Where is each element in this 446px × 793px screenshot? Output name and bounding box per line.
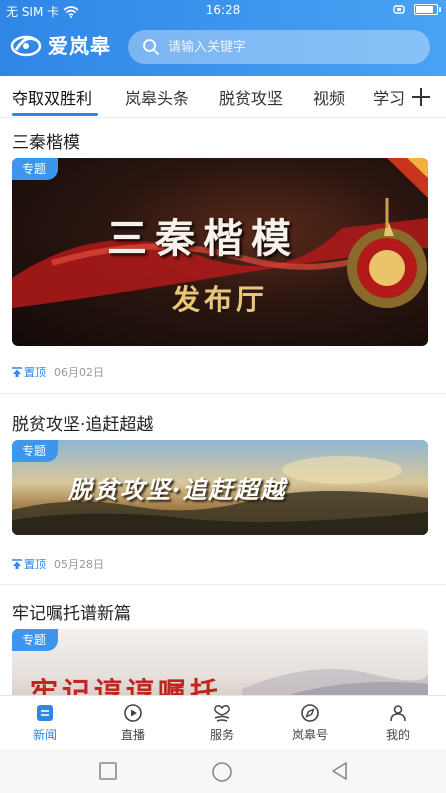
feed-item-title: 脱贫攻坚·追赶超越 (12, 415, 154, 435)
pin-top-icon (12, 367, 22, 377)
nav-mine-label: 我的 (385, 728, 410, 742)
back-icon[interactable] (330, 761, 350, 781)
nav-mine[interactable]: 我的 (363, 702, 433, 743)
feed-item-banner[interactable]: 三秦楷模 发布厅 专题 (12, 158, 428, 346)
nav-service-label: 服务 (209, 728, 234, 742)
nav-live[interactable]: 直播 (98, 702, 168, 743)
topic-tag: 专题 (12, 629, 59, 651)
topic-tag: 专题 (12, 440, 59, 462)
battery-icon (414, 3, 441, 15)
tab-study[interactable]: 学习 (373, 85, 405, 109)
nav-live-label: 直播 (120, 728, 145, 742)
app-name: 爱岚皋 (48, 34, 111, 58)
pinned-badge: 置顶 (12, 364, 46, 380)
app-header-background: 无 SIM 卡 16:28 爱岚皋 (0, 0, 446, 76)
news-icon (37, 705, 53, 721)
feed-item-banner[interactable]: 脱贫攻坚·追赶超越 专题 (12, 440, 428, 535)
feed-item-date: 06月02日 (54, 366, 104, 379)
feed-item-banner[interactable]: 牢记谆谆嘱托 专题 (12, 629, 428, 695)
nav-service[interactable]: 服务 (187, 702, 257, 743)
feed-item-date: 05月28日 (54, 558, 104, 571)
tab-tuopin-gongjian[interactable]: 脱贫攻坚 (219, 85, 283, 109)
search-bar[interactable] (128, 30, 430, 64)
tab-video[interactable]: 视频 (313, 85, 345, 109)
pinned-badge: 置顶 (12, 556, 46, 572)
status-bar: 无 SIM 卡 16:28 (0, 0, 446, 22)
pinned-label: 置顶 (24, 366, 46, 379)
news-feed: 三秦楷模 三秦楷模 发布厅 专题 置顶 06月02日 脱贫攻坚·追赶超越 脱贫攻… (0, 118, 446, 695)
rotation-lock-icon (393, 5, 405, 14)
search-input[interactable] (168, 39, 408, 55)
status-time: 16:28 (205, 3, 241, 17)
banner-headline: 脱贫攻坚·追赶超越 (68, 475, 287, 504)
nav-news[interactable]: 新闻 (10, 702, 80, 743)
bottom-navigation: 新闻 直播 服务 岚皋号 我的 (0, 695, 446, 749)
tab-duoqu-shuangshengli[interactable]: 夺取双胜利 (12, 85, 92, 109)
recent-apps-icon[interactable] (98, 761, 118, 781)
compass-icon (301, 704, 319, 722)
banner-subheadline: 发布厅 (172, 283, 269, 316)
feed-item-title: 牢记嘱托谱新篇 (12, 604, 131, 624)
app-logo[interactable]: 爱岚皋 (10, 30, 111, 59)
active-tab-indicator (12, 113, 98, 116)
feed-item[interactable]: 脱贫攻坚·追赶超越 脱贫攻坚·追赶超越 专题 置顶 05月28日 (0, 394, 446, 584)
feed-item-meta: 置顶 06月02日 (12, 364, 104, 380)
plus-icon (412, 88, 430, 106)
nav-langaohao[interactable]: 岚皋号 (275, 702, 345, 743)
feed-item-meta: 置顶 05月28日 (12, 556, 104, 572)
user-icon (390, 705, 406, 722)
banner-headline: 三秦楷模 (107, 215, 299, 262)
service-icon (214, 705, 230, 722)
category-tabs: 夺取双胜利 岚皋头条 脱贫攻坚 视频 学习 (0, 76, 446, 118)
add-channel-button[interactable] (404, 80, 438, 114)
feed-item[interactable]: 三秦楷模 三秦楷模 发布厅 专题 置顶 06月02日 (0, 118, 446, 393)
tab-langao-toutiao[interactable]: 岚皋头条 (125, 85, 189, 109)
feed-item[interactable]: 牢记嘱托谱新篇 牢记谆谆嘱托 专题 (0, 585, 446, 695)
nav-langaohao-label: 岚皋号 (291, 728, 328, 742)
pinned-label: 置顶 (24, 558, 46, 571)
home-icon[interactable] (211, 761, 233, 783)
feed-item-title: 三秦楷模 (12, 133, 80, 153)
banner-headline: 牢记谆谆嘱托 (30, 676, 223, 695)
header-bar: 爱岚皋 (0, 24, 446, 70)
pin-top-icon (12, 559, 22, 569)
search-icon (143, 39, 159, 55)
system-navigation-bar (0, 749, 446, 793)
live-icon (124, 704, 142, 722)
topic-tag: 专题 (12, 158, 59, 180)
logo-mark-icon (10, 35, 42, 56)
nav-news-label: 新闻 (32, 728, 57, 742)
